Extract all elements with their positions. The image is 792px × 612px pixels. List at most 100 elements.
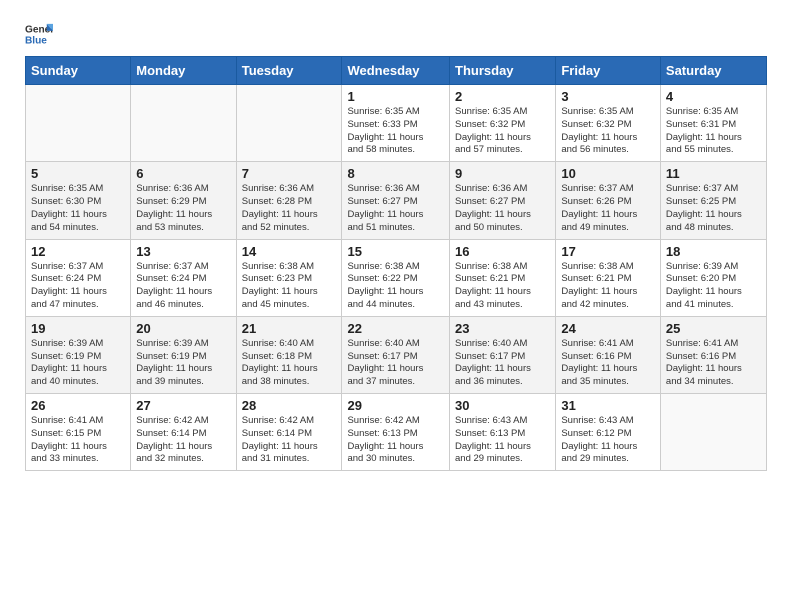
day-info: Sunrise: 6:37 AM Sunset: 6:24 PM Dayligh… — [136, 261, 230, 312]
calendar-cell: 1 Sunrise: 6:35 AM Sunset: 6:33 PM Daylig… — [342, 85, 450, 162]
day-number: 16 — [455, 244, 550, 259]
day-number: 11 — [666, 166, 761, 181]
calendar-cell: 27Sunrise: 6:42 AM Sunset: 6:14 PM Dayli… — [131, 394, 236, 471]
calendar-week-row: 12Sunrise: 6:37 AM Sunset: 6:24 PM Dayli… — [26, 239, 767, 316]
day-number: 28 — [242, 398, 337, 413]
day-info: Sunrise: 6:39 AM Sunset: 6:19 PM Dayligh… — [136, 338, 230, 389]
calendar-cell: 3 Sunrise: 6:35 AM Sunset: 6:32 PM Daylig… — [556, 85, 661, 162]
calendar-cell: 11 Sunrise: 6:37 AM Sunset: 6:25 PM Dayli… — [660, 162, 766, 239]
day-info: Sunrise: 6:38 AM Sunset: 6:21 PM Dayligh… — [455, 261, 550, 312]
column-header-friday: Friday — [556, 57, 661, 85]
day-info: Sunrise: 6:42 AM Sunset: 6:14 PM Dayligh… — [136, 415, 230, 466]
calendar-cell: 5 Sunrise: 6:35 AM Sunset: 6:30 PM Daylig… — [26, 162, 131, 239]
day-number: 4 — [666, 89, 761, 104]
calendar-table: SundayMondayTuesdayWednesdayThursdayFrid… — [25, 56, 767, 471]
day-info: Sunrise: 6:37 AM Sunset: 6:24 PM Dayligh… — [31, 261, 125, 312]
day-number: 19 — [31, 321, 125, 336]
day-number: 9 — [455, 166, 550, 181]
calendar-cell: 22 Sunrise: 6:40 AM Sunset: 6:17 PM Dayli… — [342, 316, 450, 393]
day-info: Sunrise: 6:43 AM Sunset: 6:12 PM Dayligh… — [561, 415, 655, 466]
day-number: 1 — [347, 89, 444, 104]
calendar-cell — [26, 85, 131, 162]
calendar-cell: 17Sunrise: 6:38 AM Sunset: 6:21 PM Dayli… — [556, 239, 661, 316]
day-info: Sunrise: 6:42 AM Sunset: 6:13 PM Dayligh… — [347, 415, 444, 466]
day-info: Sunrise: 6:35 AM Sunset: 6:31 PM Dayligh… — [666, 106, 761, 157]
day-number: 30 — [455, 398, 550, 413]
calendar-week-row: 26 Sunrise: 6:41 AM Sunset: 6:15 PM Dayli… — [26, 394, 767, 471]
calendar-cell — [131, 85, 236, 162]
day-number: 31 — [561, 398, 655, 413]
logo-icon: General Blue — [25, 20, 53, 48]
day-number: 22 — [347, 321, 444, 336]
day-info: Sunrise: 6:36 AM Sunset: 6:27 PM Dayligh… — [455, 183, 550, 234]
calendar-week-row: 19 Sunrise: 6:39 AM Sunset: 6:19 PM Dayli… — [26, 316, 767, 393]
day-info: Sunrise: 6:42 AM Sunset: 6:14 PM Dayligh… — [242, 415, 337, 466]
day-number: 24 — [561, 321, 655, 336]
day-info: Sunrise: 6:43 AM Sunset: 6:13 PM Dayligh… — [455, 415, 550, 466]
calendar-cell: 30 Sunrise: 6:43 AM Sunset: 6:13 PM Dayli… — [450, 394, 556, 471]
column-header-monday: Monday — [131, 57, 236, 85]
day-number: 21 — [242, 321, 337, 336]
calendar-cell: 15 Sunrise: 6:38 AM Sunset: 6:22 PM Dayli… — [342, 239, 450, 316]
day-number: 23 — [455, 321, 550, 336]
calendar-cell — [236, 85, 342, 162]
logo: General Blue — [25, 20, 53, 48]
day-number: 5 — [31, 166, 125, 181]
day-info: Sunrise: 6:35 AM Sunset: 6:32 PM Dayligh… — [455, 106, 550, 157]
day-info: Sunrise: 6:39 AM Sunset: 6:19 PM Dayligh… — [31, 338, 125, 389]
calendar-cell: 4 Sunrise: 6:35 AM Sunset: 6:31 PM Daylig… — [660, 85, 766, 162]
day-info: Sunrise: 6:35 AM Sunset: 6:30 PM Dayligh… — [31, 183, 125, 234]
calendar-cell: 25Sunrise: 6:41 AM Sunset: 6:16 PM Dayli… — [660, 316, 766, 393]
column-header-thursday: Thursday — [450, 57, 556, 85]
calendar-cell: 13 Sunrise: 6:37 AM Sunset: 6:24 PM Dayli… — [131, 239, 236, 316]
calendar-cell — [660, 394, 766, 471]
calendar-cell: 8 Sunrise: 6:36 AM Sunset: 6:27 PM Daylig… — [342, 162, 450, 239]
day-info: Sunrise: 6:38 AM Sunset: 6:23 PM Dayligh… — [242, 261, 337, 312]
day-number: 15 — [347, 244, 444, 259]
day-info: Sunrise: 6:40 AM Sunset: 6:17 PM Dayligh… — [455, 338, 550, 389]
day-info: Sunrise: 6:38 AM Sunset: 6:22 PM Dayligh… — [347, 261, 444, 312]
calendar-cell: 31 Sunrise: 6:43 AM Sunset: 6:12 PM Dayli… — [556, 394, 661, 471]
calendar-cell: 21 Sunrise: 6:40 AM Sunset: 6:18 PM Dayli… — [236, 316, 342, 393]
calendar-cell: 28 Sunrise: 6:42 AM Sunset: 6:14 PM Dayli… — [236, 394, 342, 471]
calendar-cell: 16 Sunrise: 6:38 AM Sunset: 6:21 PM Dayli… — [450, 239, 556, 316]
day-number: 10 — [561, 166, 655, 181]
column-header-sunday: Sunday — [26, 57, 131, 85]
column-header-saturday: Saturday — [660, 57, 766, 85]
day-number: 8 — [347, 166, 444, 181]
day-info: Sunrise: 6:36 AM Sunset: 6:29 PM Dayligh… — [136, 183, 230, 234]
calendar-cell: 29 Sunrise: 6:42 AM Sunset: 6:13 PM Dayli… — [342, 394, 450, 471]
day-number: 3 — [561, 89, 655, 104]
calendar-cell: 7Sunrise: 6:36 AM Sunset: 6:28 PM Daylig… — [236, 162, 342, 239]
day-info: Sunrise: 6:37 AM Sunset: 6:26 PM Dayligh… — [561, 183, 655, 234]
day-number: 18 — [666, 244, 761, 259]
day-info: Sunrise: 6:40 AM Sunset: 6:18 PM Dayligh… — [242, 338, 337, 389]
day-number: 13 — [136, 244, 230, 259]
calendar-cell: 20Sunrise: 6:39 AM Sunset: 6:19 PM Dayli… — [131, 316, 236, 393]
day-info: Sunrise: 6:40 AM Sunset: 6:17 PM Dayligh… — [347, 338, 444, 389]
day-info: Sunrise: 6:35 AM Sunset: 6:33 PM Dayligh… — [347, 106, 444, 157]
day-info: Sunrise: 6:41 AM Sunset: 6:16 PM Dayligh… — [561, 338, 655, 389]
day-number: 29 — [347, 398, 444, 413]
calendar-cell: 12Sunrise: 6:37 AM Sunset: 6:24 PM Dayli… — [26, 239, 131, 316]
day-number: 26 — [31, 398, 125, 413]
day-info: Sunrise: 6:36 AM Sunset: 6:27 PM Dayligh… — [347, 183, 444, 234]
day-number: 14 — [242, 244, 337, 259]
day-info: Sunrise: 6:36 AM Sunset: 6:28 PM Dayligh… — [242, 183, 337, 234]
calendar-header-row: SundayMondayTuesdayWednesdayThursdayFrid… — [26, 57, 767, 85]
day-info: Sunrise: 6:35 AM Sunset: 6:32 PM Dayligh… — [561, 106, 655, 157]
day-number: 6 — [136, 166, 230, 181]
day-info: Sunrise: 6:39 AM Sunset: 6:20 PM Dayligh… — [666, 261, 761, 312]
day-info: Sunrise: 6:38 AM Sunset: 6:21 PM Dayligh… — [561, 261, 655, 312]
page-header: General Blue — [25, 20, 767, 48]
column-header-tuesday: Tuesday — [236, 57, 342, 85]
calendar-cell: 24 Sunrise: 6:41 AM Sunset: 6:16 PM Dayli… — [556, 316, 661, 393]
day-info: Sunrise: 6:37 AM Sunset: 6:25 PM Dayligh… — [666, 183, 761, 234]
calendar-cell: 23 Sunrise: 6:40 AM Sunset: 6:17 PM Dayli… — [450, 316, 556, 393]
calendar-cell: 6 Sunrise: 6:36 AM Sunset: 6:29 PM Daylig… — [131, 162, 236, 239]
calendar-cell: 2Sunrise: 6:35 AM Sunset: 6:32 PM Daylig… — [450, 85, 556, 162]
calendar-cell: 18 Sunrise: 6:39 AM Sunset: 6:20 PM Dayli… — [660, 239, 766, 316]
day-info: Sunrise: 6:41 AM Sunset: 6:15 PM Dayligh… — [31, 415, 125, 466]
calendar-cell: 26 Sunrise: 6:41 AM Sunset: 6:15 PM Dayli… — [26, 394, 131, 471]
calendar-week-row: 1 Sunrise: 6:35 AM Sunset: 6:33 PM Daylig… — [26, 85, 767, 162]
